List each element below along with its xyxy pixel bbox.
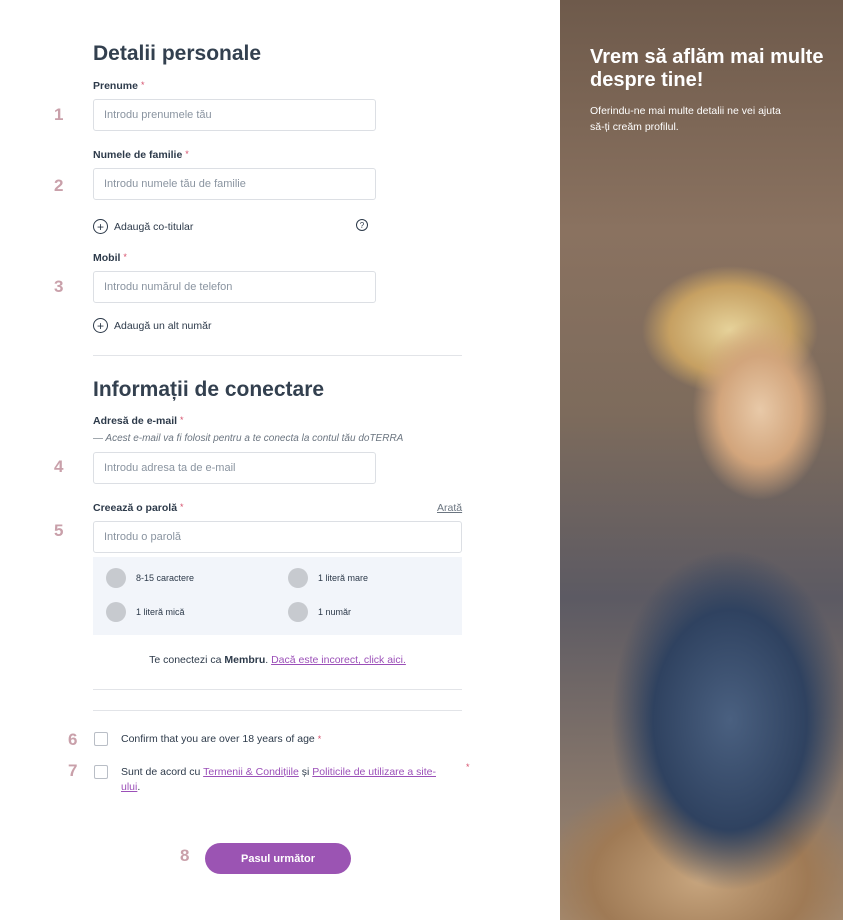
question-circle-icon[interactable]: ? <box>356 219 368 231</box>
plus-circle-icon: + <box>93 219 108 234</box>
section-divider <box>93 689 462 690</box>
next-step-button[interactable]: Pasul următor <box>205 843 351 874</box>
hero-subtitle: Oferindu-ne mai multe detalii ne vei aju… <box>590 105 781 133</box>
step-number-3: 3 <box>54 277 64 296</box>
add-number-button[interactable]: + Adaugă un alt număr <box>93 318 211 333</box>
change-role-link[interactable]: Dacă este incorect, click aici. <box>271 654 406 666</box>
personal-details-title: Detalii personale <box>93 42 262 65</box>
member-status: Te conectezi ca Membru. Dacă este incore… <box>149 654 406 666</box>
add-coholder-label: Adaugă co-titular <box>114 220 194 233</box>
email-input[interactable]: Introdu adresa ta de e-mail <box>93 452 376 484</box>
mobile-input[interactable]: Introdu numărul de telefon <box>93 271 376 303</box>
section-divider <box>93 355 462 356</box>
last-name-input[interactable]: Introdu numele tău de familie <box>93 168 376 200</box>
login-info-title: Informații de conectare <box>93 378 325 401</box>
step-number-7: 7 <box>68 761 78 780</box>
age-checkbox[interactable] <box>94 732 108 746</box>
step-number-5: 5 <box>54 521 64 540</box>
section-divider <box>93 710 462 711</box>
terms-label: Sunt de acord cu Termenii & Condițiile ș… <box>121 766 436 793</box>
step-number-6: 6 <box>68 730 78 749</box>
requirement-status-icon <box>288 568 308 588</box>
registration-form: Detalii personale Prenume * 1 Introdu pre… <box>0 0 560 920</box>
email-note: — Acest e-mail va fi folosit pentru a te… <box>93 433 404 444</box>
hero-image-panel: Vrem să aflăm mai multe despre tine! Ofe… <box>560 0 843 920</box>
terms-checkbox[interactable] <box>94 765 108 779</box>
add-number-label: Adaugă un alt număr <box>114 319 212 332</box>
password-label: Creează o parolă * <box>93 502 184 514</box>
mobile-label: Mobil * <box>93 252 127 264</box>
first-name-label: Prenume * <box>93 80 145 92</box>
password-input[interactable]: Introdu o parolă <box>93 521 462 553</box>
hero-title: Vrem să aflăm mai multe despre tine! <box>590 46 824 91</box>
plus-circle-icon: + <box>93 318 108 333</box>
step-number-1: 1 <box>54 105 64 124</box>
show-password-link[interactable]: Arată <box>437 502 462 514</box>
step-number-8: 8 <box>180 846 190 865</box>
terms-required-mark: * <box>466 762 470 772</box>
last-name-label: Numele de familie * <box>93 149 189 161</box>
requirement-number: 1 număr <box>288 602 351 622</box>
step-number-4: 4 <box>54 457 64 476</box>
add-coholder-button[interactable]: + Adaugă co-titular <box>93 219 193 234</box>
password-requirements: 8-15 caractere 1 literă mare 1 literă mi… <box>93 557 462 635</box>
terms-link[interactable]: Termenii & Condițiile <box>203 766 299 778</box>
requirement-lowercase: 1 literă mică <box>106 602 185 622</box>
requirement-status-icon <box>106 568 126 588</box>
age-label: Confirm that you are over 18 years of ag… <box>121 733 322 745</box>
requirement-length: 8-15 caractere <box>106 568 194 588</box>
step-number-2: 2 <box>54 176 64 195</box>
requirement-status-icon <box>288 602 308 622</box>
first-name-input[interactable]: Introdu prenumele tău <box>93 99 376 131</box>
requirement-status-icon <box>106 602 126 622</box>
requirement-uppercase: 1 literă mare <box>288 568 368 588</box>
email-label: Adresă de e-mail * <box>93 415 184 427</box>
